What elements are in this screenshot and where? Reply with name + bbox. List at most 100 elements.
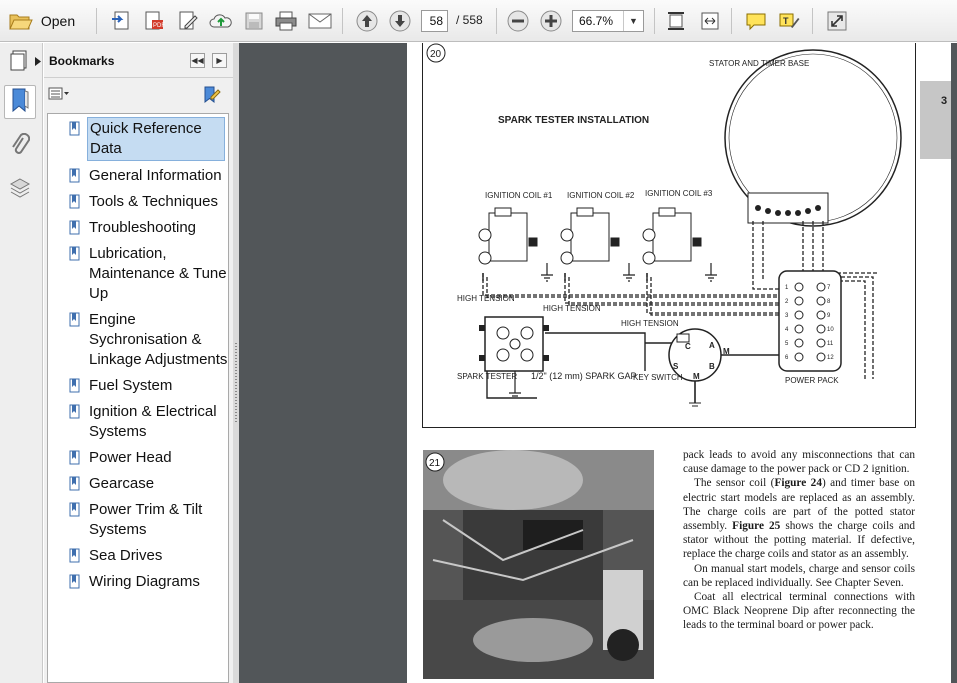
bookmark-icon [69, 246, 81, 267]
fit-page-button[interactable] [662, 7, 690, 35]
options-icon [48, 87, 70, 105]
bookmarks-tab[interactable] [4, 85, 36, 119]
pdf-page: 3 20 SPARK TESTER INSTALLATION STATOR AN… [407, 43, 951, 683]
figure-number: 21 [429, 458, 441, 469]
comment-icon [745, 11, 767, 31]
chevron-right-icon [35, 53, 41, 71]
page-number-input[interactable]: 58 [421, 10, 448, 32]
bookmark-icon [69, 476, 81, 497]
bookmark-label: Lubrication, Maintenance & Tune Up [89, 245, 227, 302]
spark-tester-label: SPARK TESTER [457, 372, 517, 381]
terminal-number: 10 [827, 327, 834, 333]
comment-button[interactable] [742, 7, 770, 35]
collapse-panel-button[interactable]: ◀◀ [190, 53, 205, 68]
power-pack-label: POWER PACK [785, 376, 839, 385]
cloud-upload-icon [209, 10, 233, 32]
bookmark-label: General Information [89, 167, 222, 184]
zoom-in-icon [539, 9, 563, 33]
hide-panel-button[interactable]: ▶ [212, 53, 227, 68]
bookmark-label: Quick Reference Data [87, 117, 225, 161]
chapter-number: 3 [941, 95, 948, 107]
fit-width-icon [699, 10, 721, 32]
key-letter: B [709, 362, 715, 371]
stator-label: STATOR AND TIMER BASE [709, 59, 809, 68]
bookmark-add-icon [201, 86, 221, 109]
figure-ref[interactable]: Figure 25 [732, 520, 780, 532]
paperclip-icon [10, 132, 31, 164]
bookmark-label: Gearcase [89, 475, 155, 492]
layers-tab[interactable] [4, 173, 36, 207]
toolbar-divider [654, 8, 655, 34]
sign-button[interactable] [174, 7, 202, 35]
expand-button[interactable] [823, 7, 851, 35]
next-page-button[interactable] [386, 7, 414, 35]
figure-ref[interactable]: Figure 24 [774, 477, 822, 489]
pdf-edit-button[interactable]: PDF [140, 7, 168, 35]
create-pdf-icon [111, 10, 133, 32]
bookmarks-tree: Quick Reference Data General Information… [47, 113, 229, 683]
high-tension-label-2: HIGH TENSION [543, 304, 601, 313]
zoom-select[interactable]: 66.7% ▼ [572, 10, 644, 32]
high-tension-label-1: HIGH TENSION [457, 294, 515, 303]
layers-icon [8, 176, 32, 205]
pdf-edit-icon: PDF [143, 10, 165, 32]
svg-text:T: T [783, 16, 789, 26]
highlight-icon: T [778, 11, 800, 31]
paragraph: On manual start models, charge and senso… [683, 562, 915, 589]
bookmarks-panel: Bookmarks ◀◀ ▶ Quick Reference Data Gene… [44, 43, 233, 683]
chapter-tab: 3 [920, 81, 951, 159]
key-letter: S [673, 362, 679, 371]
print-button[interactable] [272, 7, 300, 35]
figure-20: 20 SPARK TESTER INSTALLATION STATOR AND … [422, 43, 916, 428]
bookmark-icon [69, 574, 81, 595]
bookmark-icon [69, 194, 81, 215]
toolbar-divider [342, 8, 343, 34]
prev-page-icon [355, 9, 379, 33]
email-button[interactable] [305, 7, 335, 35]
upload-button[interactable] [207, 7, 235, 35]
bookmark-icon [69, 548, 81, 569]
open-button[interactable]: Open [4, 7, 80, 35]
bookmark-label: Engine Sychronisation & Linkage Adjustme… [89, 311, 228, 368]
zoom-out-button[interactable] [504, 7, 532, 35]
chevron-down-icon[interactable]: ▼ [623, 11, 643, 31]
terminal-number: 12 [827, 355, 834, 361]
bookmark-label: Power Trim & Tilt Systems [89, 501, 203, 538]
new-bookmark-button[interactable] [201, 85, 221, 110]
bookmark-label: Tools & Techniques [89, 193, 218, 210]
options-button[interactable] [48, 87, 70, 106]
zoom-out-icon [506, 9, 530, 33]
bookmarks-title: Bookmarks [49, 54, 115, 68]
page-total: / 558 [456, 13, 483, 27]
folder-open-icon [9, 11, 33, 31]
previous-page-button[interactable] [353, 7, 381, 35]
bookmark-icon [69, 450, 81, 471]
zoom-in-button[interactable] [537, 7, 565, 35]
toolbar-divider [496, 8, 497, 34]
splitter-grip [235, 343, 237, 423]
toolbar-divider [96, 8, 97, 34]
sign-icon [177, 10, 199, 32]
fit-width-button[interactable] [696, 7, 724, 35]
strip-expand-arrow[interactable] [33, 55, 43, 69]
highlight-button[interactable]: T [775, 7, 803, 35]
key-letter: C [685, 342, 691, 351]
key-letter: M [693, 372, 700, 381]
attachments-tab[interactable] [4, 131, 36, 165]
bookmark-label: Fuel System [89, 377, 173, 394]
bookmark-label: Troubleshooting [89, 219, 197, 236]
bookmarks-header: Bookmarks ◀◀ ▶ [44, 43, 233, 78]
bookmark-icon [69, 312, 81, 333]
open-label: Open [40, 13, 76, 29]
pages-button[interactable] [4, 45, 36, 79]
create-pdf-button[interactable] [108, 7, 136, 35]
zoom-value: 66.7% [579, 14, 614, 28]
bookmark-icon [69, 404, 81, 425]
print-icon [275, 11, 297, 31]
coil-1-label: IGNITION COIL #1 [485, 191, 553, 200]
double-chevron-left-icon: ◀◀ [191, 56, 204, 65]
spark-gap-label: 1/2" (12 mm) SPARK GAP [531, 371, 637, 381]
key-letter: A [709, 341, 715, 350]
save-button[interactable] [240, 7, 268, 35]
pages-icon [8, 48, 32, 77]
